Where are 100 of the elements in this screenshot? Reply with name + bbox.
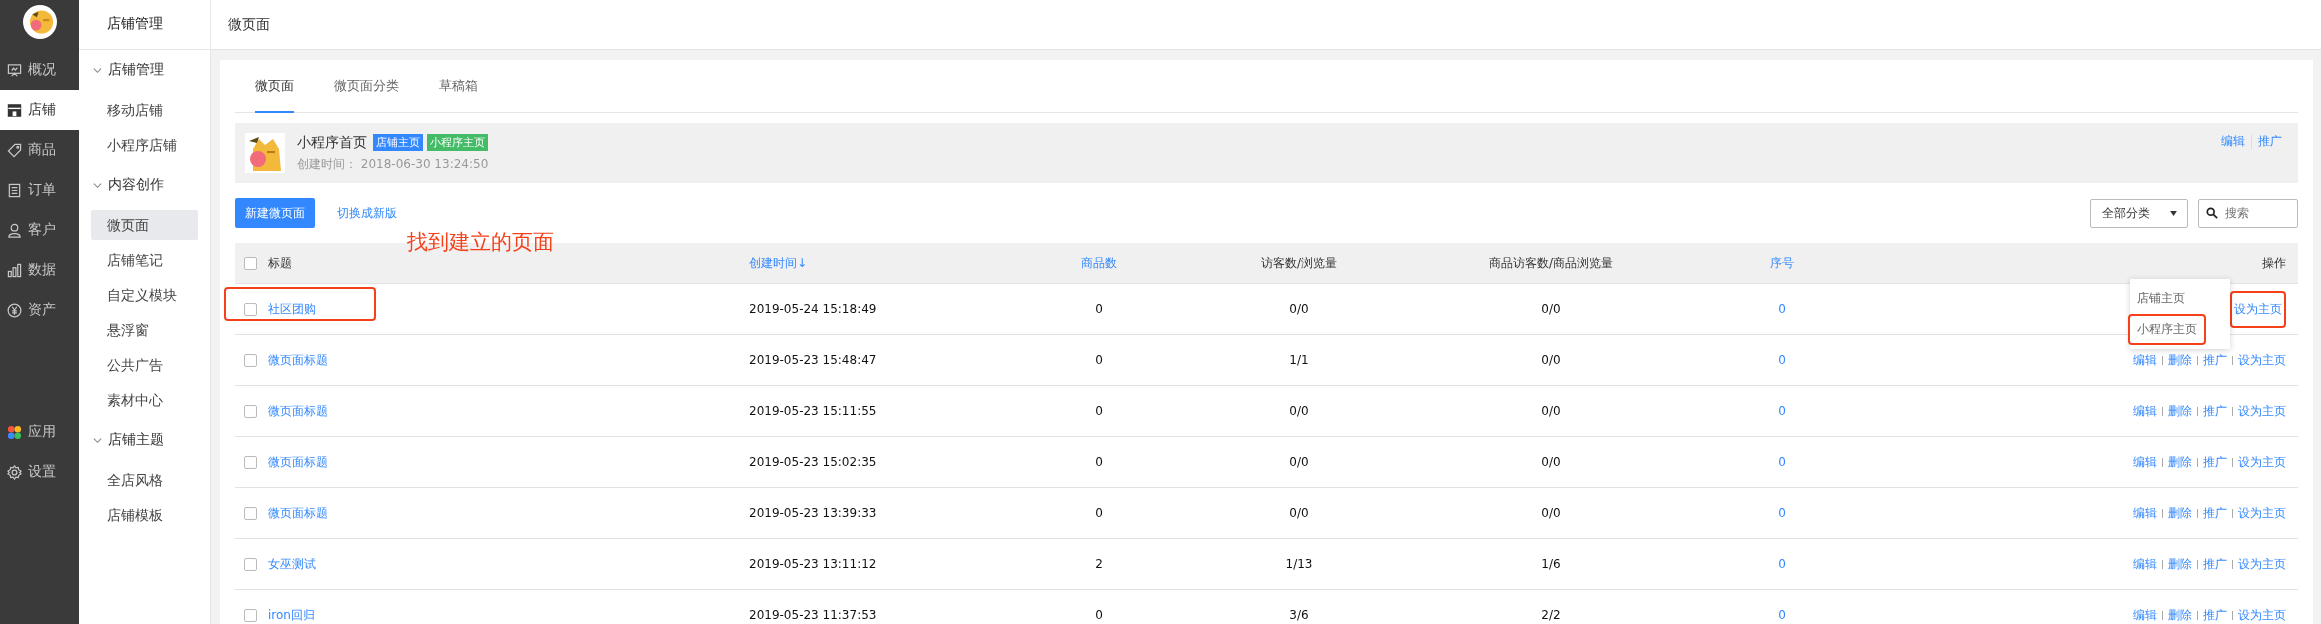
action-link[interactable]: 推广 <box>2203 504 2227 522</box>
chevron-down-icon <box>93 65 102 75</box>
nav-item[interactable]: 应用 <box>0 412 79 452</box>
menu-item[interactable]: 小程序主页 <box>2128 314 2206 345</box>
sidebar-item[interactable]: 微页面 <box>91 210 198 240</box>
sidebar-item[interactable]: 店铺笔记 <box>91 245 198 275</box>
table-cell: 0 <box>1095 404 1103 418</box>
action-link[interactable]: 推广 <box>2203 606 2227 624</box>
page-link[interactable]: 女巫测试 <box>268 555 316 573</box>
action-link[interactable]: 编辑 <box>2133 555 2157 573</box>
action-link[interactable]: 删除 <box>2168 555 2192 573</box>
nav-item[interactable]: 资产 <box>0 290 79 330</box>
table-cell: 0/0 <box>1289 302 1309 316</box>
nav-item[interactable]: 店铺 <box>0 90 79 130</box>
action-link[interactable]: 删除 <box>2168 402 2192 420</box>
order-number[interactable]: 0 <box>1778 353 1786 367</box>
action-link[interactable]: 推广 <box>2203 555 2227 573</box>
checkbox[interactable] <box>244 608 257 622</box>
action-link[interactable]: 推广 <box>2203 453 2227 471</box>
column-header: 商品访客数/商品浏览量 <box>1488 254 1613 272</box>
new-page-button[interactable]: 新建微页面 <box>235 198 315 228</box>
checkbox[interactable] <box>244 256 257 270</box>
action-link[interactable]: 编辑 <box>2133 606 2157 624</box>
column-header[interactable]: 商品数 <box>1081 254 1117 272</box>
page-link[interactable]: 微页面标题 <box>268 351 328 369</box>
order-number[interactable]: 0 <box>1778 404 1786 418</box>
action-link[interactable]: 编辑 <box>2133 351 2157 369</box>
checkbox[interactable] <box>244 302 257 316</box>
page-link[interactable]: 微页面标题 <box>268 504 328 522</box>
action-link[interactable]: 设为主页 <box>2238 504 2286 522</box>
yen-icon <box>7 302 22 318</box>
action-link[interactable]: 编辑 <box>2221 133 2245 150</box>
tag-icon <box>7 142 22 158</box>
page-name: 小程序首页 <box>297 133 367 152</box>
action-link[interactable]: 推广 <box>2203 402 2227 420</box>
sidebar-group[interactable]: 店铺管理 <box>79 50 210 90</box>
action-link[interactable]: 删除 <box>2168 351 2192 369</box>
action-link[interactable]: 编辑 <box>2133 504 2157 522</box>
chevron-down-icon <box>93 435 102 445</box>
action-link[interactable]: 设为主页 <box>2238 453 2286 471</box>
order-number[interactable]: 0 <box>1778 608 1786 622</box>
action-link[interactable]: 删除 <box>2168 606 2192 624</box>
action-link[interactable]: 编辑 <box>2133 453 2157 471</box>
sidebar-item[interactable]: 移动店铺 <box>91 95 198 125</box>
action-link[interactable]: 推广 <box>2258 133 2282 150</box>
sidebar-item[interactable]: 全店风格 <box>91 465 198 495</box>
checkbox[interactable] <box>244 455 257 469</box>
page-link[interactable]: 微页面标题 <box>268 402 328 420</box>
search-field[interactable]: 搜索 <box>2198 198 2298 228</box>
column-header[interactable]: 创建时间↓ <box>749 254 808 272</box>
switch-version-link[interactable]: 切换成新版 <box>337 204 397 222</box>
column-header[interactable]: 序号 <box>1770 254 1794 272</box>
action-link[interactable]: 删除 <box>2168 504 2192 522</box>
order-number[interactable]: 0 <box>1778 557 1786 571</box>
sidebar-group[interactable]: 内容创作 <box>79 165 210 205</box>
page-link[interactable]: iron回归 <box>268 606 315 624</box>
order-number[interactable]: 0 <box>1778 455 1786 469</box>
nav-item[interactable]: 客户 <box>0 210 79 250</box>
action-link[interactable]: 设为主页 <box>2238 555 2286 573</box>
checkbox[interactable] <box>244 557 257 571</box>
nav-item[interactable]: 概况 <box>0 50 79 90</box>
sidebar-item[interactable]: 自定义模块 <box>91 280 198 310</box>
settings-icon <box>7 464 22 480</box>
nav-item[interactable]: 订单 <box>0 170 79 210</box>
nav-item[interactable]: 数据 <box>0 250 79 290</box>
category-select[interactable]: 全部分类 <box>2090 198 2188 228</box>
table-cell: 0 <box>1095 353 1103 367</box>
action-link[interactable]: 删除 <box>2168 453 2192 471</box>
action-link[interactable]: 编辑 <box>2133 402 2157 420</box>
page-link[interactable]: 社区团购 <box>268 300 316 318</box>
checkbox[interactable] <box>244 353 257 367</box>
table-cell: 3/6 <box>1289 608 1309 622</box>
order-number[interactable]: 0 <box>1778 302 1786 316</box>
tab[interactable]: 草稿箱 <box>439 60 478 113</box>
nav-item[interactable]: 商品 <box>0 130 79 170</box>
store-icon <box>7 102 22 118</box>
action-link[interactable]: 设为主页 <box>2238 402 2286 420</box>
sidebar-group[interactable]: 店铺主题 <box>79 420 210 460</box>
table-cell: 0 <box>1095 608 1103 622</box>
created-time: 创建时间： 2018-06-30 13:24:50 <box>297 155 489 173</box>
tab[interactable]: 微页面 <box>255 60 294 113</box>
menu-item[interactable]: 店铺主页 <box>2128 283 2206 314</box>
tab[interactable]: 微页面分类 <box>334 60 399 113</box>
action-link[interactable]: 推广 <box>2203 351 2227 369</box>
page-link[interactable]: 微页面标题 <box>268 453 328 471</box>
nav-item[interactable]: 设置 <box>0 452 79 492</box>
action-link[interactable]: 设为主页 <box>2238 351 2286 369</box>
sidebar-item[interactable]: 悬浮窗 <box>91 315 198 345</box>
checkbox[interactable] <box>244 506 257 520</box>
action-link[interactable]: 设为主页 <box>2238 606 2286 624</box>
sidebar-item[interactable]: 小程序店铺 <box>91 130 198 160</box>
column-header[interactable]: 标题 <box>268 254 292 272</box>
sidebar-item[interactable]: 素材中心 <box>91 385 198 415</box>
sidebar-item[interactable]: 店铺模板 <box>91 500 198 530</box>
order-number[interactable]: 0 <box>1778 506 1786 520</box>
checkbox[interactable] <box>244 404 257 418</box>
caret-icon <box>2170 210 2177 216</box>
sidebar-item[interactable]: 公共广告 <box>91 350 198 380</box>
person-icon <box>7 222 22 238</box>
column-header: 访客数/浏览量 <box>1260 254 1337 272</box>
